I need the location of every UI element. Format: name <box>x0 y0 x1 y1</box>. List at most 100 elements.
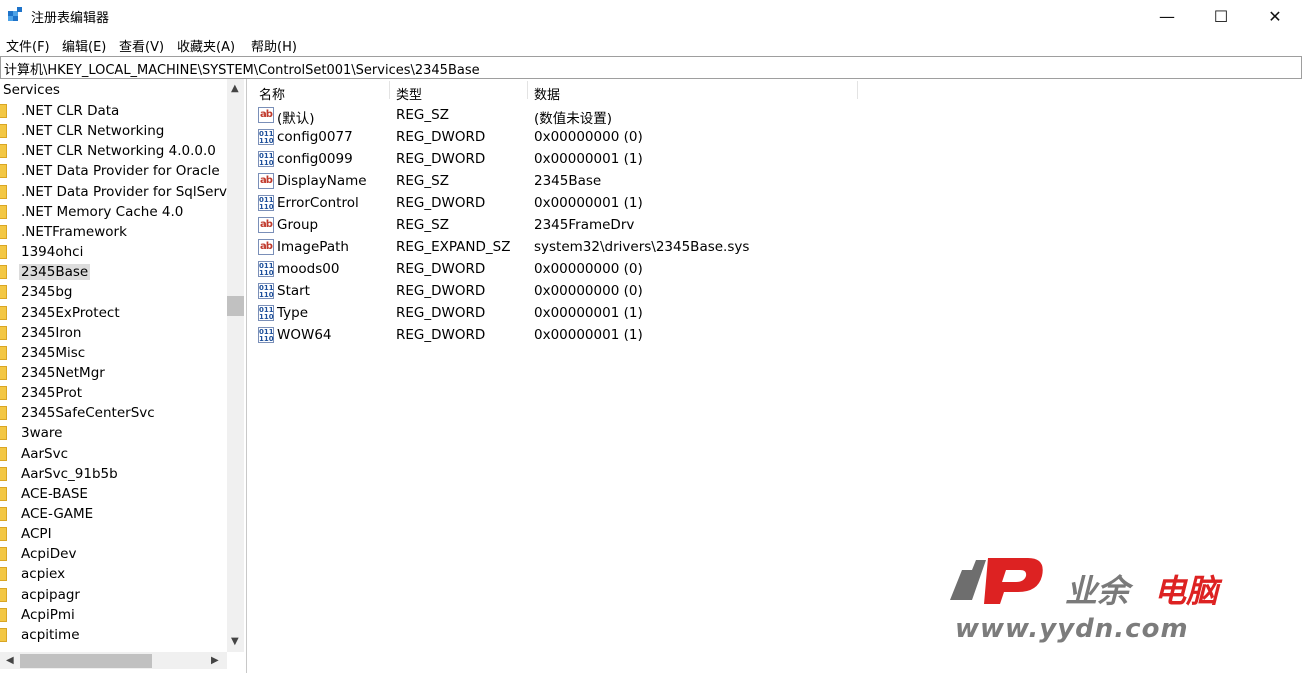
folder-icon <box>0 245 7 260</box>
regedit-app-icon <box>8 7 22 21</box>
folder-icon <box>0 547 7 562</box>
folder-icon <box>0 124 7 139</box>
folder-icon <box>0 104 7 118</box>
folder-icon <box>0 426 7 441</box>
tree-item[interactable]: .NET Memory Cache 4.0 <box>0 202 228 222</box>
tree-item[interactable]: 2345bg <box>0 282 228 302</box>
tree-item[interactable]: 2345NetMgr <box>0 363 228 383</box>
tree-horizontal-scroll-thumb[interactable] <box>20 654 152 668</box>
folder-icon <box>0 345 7 360</box>
tree-item-label: AarSvc_91b5b <box>21 465 118 482</box>
value-data: 0x00000001 (1) <box>534 327 643 343</box>
tree-item[interactable]: 1394ohci <box>0 242 228 262</box>
value-row[interactable]: 011 110 Start REG_DWORD 0x00000000 (0) <box>250 280 1050 302</box>
maximize-button[interactable]: ☐ <box>1194 0 1248 32</box>
address-path[interactable]: 计算机\HKEY_LOCAL_MACHINE\SYSTEM\ControlSet… <box>4 59 480 78</box>
value-type: REG_EXPAND_SZ <box>396 239 511 255</box>
menu-help[interactable]: 帮助(H) <box>251 36 297 55</box>
value-row[interactable]: 011 110 Type REG_DWORD 0x00000001 (1) <box>250 302 1050 324</box>
tree-item[interactable]: .NET Data Provider for SqlServer <box>0 182 228 202</box>
folder-icon <box>0 184 7 199</box>
menu-favorites[interactable]: 收藏夹(A) <box>177 36 235 55</box>
tree-item[interactable]: 2345Iron <box>0 323 228 343</box>
tree-item[interactable]: acpiex <box>0 564 228 584</box>
tree-item[interactable]: acpipagr <box>0 585 228 605</box>
value-row[interactable]: 011 110 config0099 REG_DWORD 0x00000001 (1) <box>250 148 1050 170</box>
scroll-left-arrow-icon[interactable]: ◀ <box>6 655 14 666</box>
tree-item[interactable]: 2345SafeCenterSvc <box>0 403 228 423</box>
value-row[interactable]: 011 110 config0077 REG_DWORD 0x00000000 (0) <box>250 126 1050 148</box>
tree-item-label: .NET CLR Networking <box>21 123 165 140</box>
column-header-type[interactable]: 类型 <box>396 84 422 106</box>
value-row[interactable]: 011 110 WOW64 REG_DWORD 0x00000001 (1) <box>250 324 1050 346</box>
binary-value-icon: 011 110 <box>258 261 274 277</box>
string-value-icon: ab <box>258 173 274 189</box>
tree-item[interactable]: AcpiPmi <box>0 605 228 625</box>
close-button[interactable]: ✕ <box>1248 0 1302 32</box>
tree-vertical-scroll-thumb[interactable] <box>227 296 244 316</box>
tree-item-services[interactable]: Services <box>0 80 228 100</box>
tree-item-label: ACE-BASE <box>21 485 88 502</box>
tree-item[interactable]: 2345Base <box>0 262 228 282</box>
value-name: (默认) <box>277 111 315 127</box>
value-type: REG_DWORD <box>396 129 486 145</box>
folder-icon <box>0 204 7 219</box>
menu-view[interactable]: 查看(V) <box>119 36 164 55</box>
value-row[interactable]: 011 110 ErrorControl REG_DWORD 0x00000001 (1… <box>250 192 1050 214</box>
tree-item[interactable]: 2345Prot <box>0 383 228 403</box>
column-separator[interactable] <box>389 81 390 99</box>
tree-item-label: ACPI <box>21 526 52 543</box>
tree-item-label: .NET CLR Networking 4.0.0.0 <box>21 143 216 160</box>
tree-item[interactable]: 3ware <box>0 423 228 443</box>
column-header-name[interactable]: 名称 <box>259 84 285 106</box>
tree-item[interactable]: AarSvc <box>0 444 228 464</box>
value-data: 0x00000000 (0) <box>534 129 643 145</box>
tree-item[interactable]: ACE-BASE <box>0 484 228 504</box>
scroll-down-arrow-icon[interactable]: ▼ <box>231 636 239 647</box>
tree-item[interactable]: .NET CLR Networking <box>0 121 228 141</box>
tree-item[interactable]: ACE-GAME <box>0 504 228 524</box>
tree-vertical-scrollbar[interactable] <box>227 79 244 652</box>
value-data: 0x00000000 (0) <box>534 261 643 277</box>
value-row[interactable]: ab (默认) REG_SZ (数值未设置) <box>250 104 1050 127</box>
value-row[interactable]: ab ImagePath REG_EXPAND_SZ system32\drivers… <box>250 236 1050 258</box>
scroll-up-arrow-icon[interactable]: ▲ <box>231 83 239 94</box>
tree-item-label: AcpiDev <box>21 546 77 563</box>
value-data: 2345Base <box>534 173 602 189</box>
menu-edit[interactable]: 编辑(E) <box>62 36 106 55</box>
value-row[interactable]: ab DisplayName REG_SZ 2345Base <box>250 170 1050 192</box>
folder-icon <box>0 466 7 481</box>
value-name: WOW64 <box>277 327 332 343</box>
folder-icon <box>0 144 7 159</box>
tree-item[interactable]: AarSvc_91b5b <box>0 464 228 484</box>
column-header-data[interactable]: 数据 <box>534 84 560 106</box>
tree-item[interactable]: .NET CLR Networking 4.0.0.0 <box>0 141 228 161</box>
key-tree-pane[interactable]: Services .NET CLR Data .NET CLR Networkin… <box>0 79 247 673</box>
tree-item[interactable]: 2345ExProtect <box>0 303 228 323</box>
value-name: ImagePath <box>277 239 349 255</box>
folder-icon <box>0 386 7 401</box>
tree-item-label: 2345NetMgr <box>21 364 105 381</box>
tree-item[interactable]: .NET CLR Data <box>0 101 228 121</box>
column-separator[interactable] <box>857 81 858 99</box>
folder-icon <box>0 164 7 179</box>
tree-item[interactable]: acpitime <box>0 625 228 645</box>
tree-item[interactable]: ACPI <box>0 524 228 544</box>
value-row[interactable]: 011 110 moods00 REG_DWORD 0x00000000 (0) <box>250 258 1050 280</box>
value-row[interactable]: ab Group REG_SZ 2345FrameDrv <box>250 214 1050 236</box>
tree-item-label: .NET Data Provider for Oracle <box>21 163 220 180</box>
tree-item[interactable]: .NET Data Provider for Oracle <box>0 161 228 181</box>
tree-item[interactable]: .NETFramework <box>0 222 228 242</box>
binary-value-icon: 011 110 <box>258 327 274 343</box>
tree-item[interactable]: AcpiDev <box>0 544 228 564</box>
value-name: DisplayName <box>277 173 367 189</box>
value-name: config0099 <box>277 151 353 167</box>
tree-item-label: AarSvc <box>21 445 69 462</box>
menu-file[interactable]: 文件(F) <box>6 36 50 55</box>
scroll-right-arrow-icon[interactable]: ▶ <box>211 655 219 666</box>
tree-item[interactable]: 2345Misc <box>0 343 228 363</box>
minimize-button[interactable]: — <box>1140 0 1194 32</box>
column-separator[interactable] <box>527 81 528 99</box>
watermark: 业余 电脑 www.yydn.com <box>945 548 1275 648</box>
address-bar[interactable]: 计算机\HKEY_LOCAL_MACHINE\SYSTEM\ControlSet… <box>0 56 1302 79</box>
